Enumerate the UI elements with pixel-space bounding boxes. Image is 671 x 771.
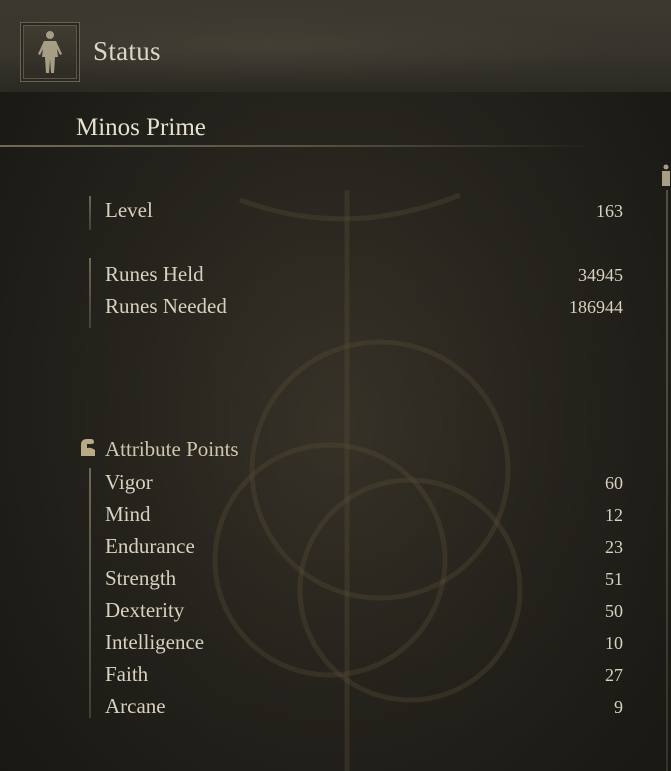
attribute-label: Vigor [105, 470, 153, 494]
attribute-label: Strength [105, 566, 177, 590]
stat-row-runes-held: Runes Held 34945 [105, 262, 623, 290]
attribute-row-dexterity: Dexterity 50 [105, 598, 623, 626]
attribute-row-vigor: Vigor 60 [105, 470, 623, 498]
attribute-value: 12 [605, 505, 623, 525]
character-portrait-icon [20, 22, 80, 82]
attribute-label: Arcane [105, 694, 166, 718]
attribute-value: 10 [605, 633, 623, 653]
stat-group-divider [89, 196, 91, 230]
flexed-arm-icon [78, 436, 98, 458]
side-figure-icon[interactable] [657, 163, 671, 187]
attribute-value: 9 [614, 697, 623, 717]
attribute-row-strength: Strength 51 [105, 566, 623, 594]
attribute-label: Faith [105, 662, 149, 686]
stat-value: 163 [596, 201, 623, 221]
stat-label: Runes Needed [105, 294, 227, 318]
attribute-value: 60 [605, 473, 623, 493]
attribute-label: Mind [105, 502, 151, 526]
attribute-row-intelligence: Intelligence 10 [105, 630, 623, 658]
attribute-row-endurance: Endurance 23 [105, 534, 623, 562]
stat-row-runes-needed: Runes Needed 186944 [105, 294, 623, 322]
stat-value: 186944 [569, 297, 623, 317]
page-title: Status [93, 36, 161, 66]
attribute-row-faith: Faith 27 [105, 662, 623, 690]
scrollbar-track[interactable] [666, 190, 668, 771]
attribute-value: 50 [605, 601, 623, 621]
attribute-group-divider [89, 468, 91, 718]
attribute-label: Dexterity [105, 598, 185, 622]
stat-row-level: Level 163 [105, 198, 623, 226]
attribute-row-arcane: Arcane 9 [105, 694, 623, 722]
attribute-value: 27 [605, 665, 623, 685]
attribute-value: 23 [605, 537, 623, 557]
header-divider [0, 145, 600, 147]
character-name: Minos Prime [76, 114, 206, 141]
attribute-label: Intelligence [105, 630, 205, 654]
attribute-value: 51 [605, 569, 623, 589]
attribute-label: Endurance [105, 534, 195, 558]
stat-label: Level [105, 198, 153, 222]
attribute-row-mind: Mind 12 [105, 502, 623, 530]
stat-group-divider [89, 258, 91, 328]
stat-value: 34945 [578, 265, 623, 285]
stat-label: Runes Held [105, 262, 204, 286]
